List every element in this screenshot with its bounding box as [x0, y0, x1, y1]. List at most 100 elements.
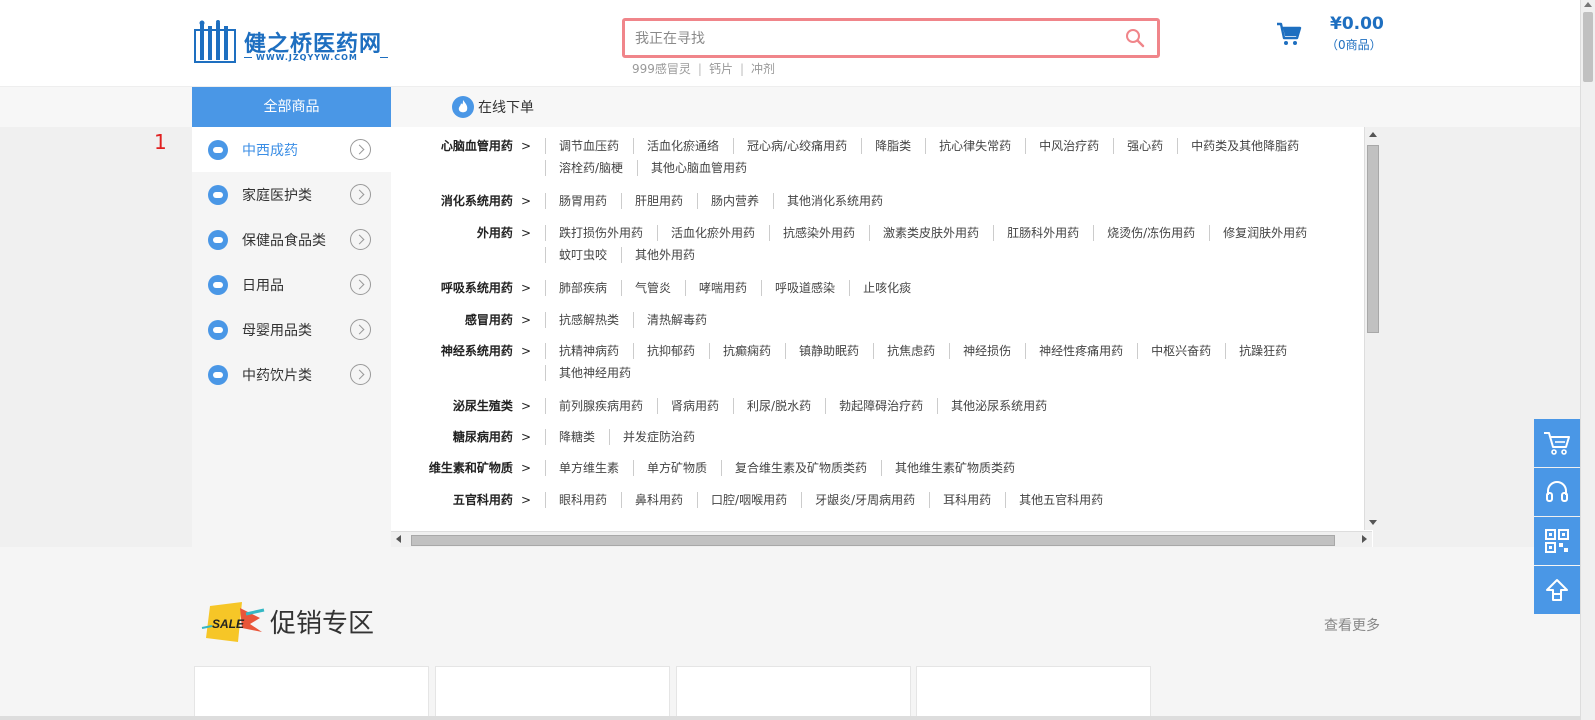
category-name-link[interactable]: 五官科用药 > [391, 489, 539, 511]
subcategory-link[interactable]: 镇静助眠药 [785, 343, 873, 359]
subcategory-link[interactable]: 中药类及其他降脂药 [1177, 138, 1313, 154]
subcategory-link[interactable]: 抗焦虑药 [873, 343, 949, 359]
subcategory-link[interactable]: 肛肠科外用药 [993, 225, 1093, 241]
subcategory-link[interactable]: 肠胃用药 [545, 193, 621, 209]
subcategory-link[interactable]: 气管炎 [621, 280, 685, 296]
subcategory-link[interactable]: 单方维生素 [545, 460, 633, 476]
category-name-link[interactable]: 神经系统用药 > [391, 340, 539, 384]
subcategory-link[interactable]: 利尿/脱水药 [733, 398, 825, 414]
subcategory-link[interactable]: 并发症防治药 [609, 429, 709, 445]
sidebar-item-herbal-pieces[interactable]: 中药饮片类 [192, 352, 391, 397]
category-name-link[interactable]: 糖尿病用药 > [391, 426, 539, 448]
sidebar-item-western-chinese-medicine[interactable]: 中西成药 [192, 127, 391, 172]
subcategory-link[interactable]: 耳科用药 [929, 492, 1005, 508]
category-name-link[interactable]: 外用药 > [391, 222, 539, 266]
subcategory-link[interactable]: 溶栓药/脑梗 [545, 160, 637, 176]
category-name-link[interactable]: 心脑血管用药 > [391, 135, 539, 179]
scroll-up-arrow-icon[interactable] [1584, 2, 1592, 7]
category-name-link[interactable]: 维生素和矿物质 > [391, 457, 539, 479]
subcategory-link[interactable]: 口腔/咽喉用药 [697, 492, 801, 508]
promo-card[interactable] [435, 666, 670, 720]
scroll-thumb[interactable] [411, 535, 1335, 546]
subcategory-link[interactable]: 激素类皮肤外用药 [869, 225, 993, 241]
subcategory-link[interactable]: 中枢兴奋药 [1137, 343, 1225, 359]
scroll-right-arrow-icon[interactable] [1362, 535, 1367, 543]
promo-card[interactable] [194, 666, 429, 720]
scroll-thumb[interactable] [1583, 12, 1593, 82]
float-back-to-top-button[interactable] [1534, 566, 1580, 614]
all-products-tab[interactable]: 全部商品 [192, 87, 391, 128]
hot-word-link[interactable]: 999感冒灵 [632, 62, 691, 76]
subcategory-link[interactable]: 蚊叮虫咬 [545, 247, 621, 263]
sidebar-item-health-food[interactable]: 保健品食品类 [192, 217, 391, 262]
subcategory-link[interactable]: 鼻科用药 [621, 492, 697, 508]
subcategory-link[interactable]: 修复润肤外用药 [1209, 225, 1321, 241]
subcategory-link[interactable]: 肠内营养 [697, 193, 773, 209]
scroll-thumb[interactable] [1367, 145, 1379, 333]
subcategory-link[interactable]: 其他心脑血管用药 [637, 160, 761, 176]
subcategory-link[interactable]: 其他泌尿系统用药 [937, 398, 1061, 414]
cart-count[interactable]: （0商品） [1326, 36, 1382, 53]
subcategory-link[interactable]: 神经损伤 [949, 343, 1025, 359]
subcategory-link[interactable]: 肺部疾病 [545, 280, 621, 296]
category-name-link[interactable]: 呼吸系统用药 > [391, 277, 539, 299]
logo[interactable]: 健之桥医药网 WWW.JZQYYW.COM [192, 20, 392, 68]
cart-icon[interactable] [1276, 22, 1302, 46]
subcategory-link[interactable]: 复合维生素及矿物质类药 [721, 460, 881, 476]
subcategory-link[interactable]: 肾病用药 [657, 398, 733, 414]
subcategory-link[interactable]: 中风治疗药 [1025, 138, 1113, 154]
subcategory-link[interactable]: 清热解毒药 [633, 312, 721, 328]
subcategory-link[interactable]: 活血化瘀外用药 [657, 225, 769, 241]
panel-horizontal-scrollbar[interactable] [391, 531, 1372, 547]
subcategory-link[interactable]: 降脂类 [861, 138, 925, 154]
subcategory-link[interactable]: 其他维生素矿物质类药 [881, 460, 1029, 476]
category-name-link[interactable]: 感冒用药 > [391, 309, 539, 331]
subcategory-link[interactable]: 呼吸道感染 [761, 280, 849, 296]
subcategory-link[interactable]: 眼科用药 [545, 492, 621, 508]
promo-card[interactable] [676, 666, 911, 720]
subcategory-link[interactable]: 其他消化系统用药 [773, 193, 897, 209]
subcategory-link[interactable]: 牙龈炎/牙周病用药 [801, 492, 929, 508]
subcategory-link[interactable]: 哮喘用药 [685, 280, 761, 296]
subcategory-link[interactable]: 抗感解热类 [545, 312, 633, 328]
subcategory-link[interactable]: 勃起障碍治疗药 [825, 398, 937, 414]
search-icon[interactable] [1125, 28, 1145, 48]
subcategory-link[interactable]: 单方矿物质 [633, 460, 721, 476]
subcategory-link[interactable]: 抗精神病药 [545, 343, 633, 359]
subcategory-link[interactable]: 其他神经用药 [545, 365, 645, 381]
promo-card[interactable] [916, 666, 1151, 720]
float-service-button[interactable] [1534, 468, 1580, 516]
scroll-up-arrow-icon[interactable] [1369, 132, 1377, 137]
sidebar-item-daily-use[interactable]: 日用品 [192, 262, 391, 307]
online-order-link[interactable]: 在线下单 [452, 95, 534, 119]
subcategory-link[interactable]: 烧烫伤/冻伤用药 [1093, 225, 1209, 241]
subcategory-link[interactable]: 前列腺疾病用药 [545, 398, 657, 414]
scroll-left-arrow-icon[interactable] [396, 535, 401, 543]
category-name-link[interactable]: 泌尿生殖类 > [391, 395, 539, 417]
subcategory-link[interactable]: 抗癫痫药 [709, 343, 785, 359]
subcategory-link[interactable]: 抗抑郁药 [633, 343, 709, 359]
scroll-down-arrow-icon[interactable] [1369, 520, 1377, 525]
subcategory-link[interactable]: 冠心病/心绞痛用药 [733, 138, 861, 154]
subcategory-link[interactable]: 抗心律失常药 [925, 138, 1025, 154]
view-more-link[interactable]: 查看更多 [1324, 615, 1380, 635]
subcategory-link[interactable]: 肝胆用药 [621, 193, 697, 209]
subcategory-link[interactable]: 止咳化痰 [849, 280, 925, 296]
sidebar-item-mother-baby[interactable]: 母婴用品类 [192, 307, 391, 352]
hot-word-link[interactable]: 冲剂 [751, 62, 775, 76]
panel-vertical-scrollbar[interactable] [1364, 127, 1381, 530]
cart-amount[interactable]: ¥0.00 [1330, 14, 1384, 34]
search-input[interactable] [635, 28, 1105, 50]
hot-word-link[interactable]: 钙片 [709, 62, 733, 76]
subcategory-link[interactable]: 活血化瘀通络 [633, 138, 733, 154]
page-scrollbar[interactable] [1580, 0, 1595, 720]
category-name-link[interactable]: 消化系统用药 > [391, 190, 539, 212]
subcategory-link[interactable]: 抗躁狂药 [1225, 343, 1301, 359]
subcategory-link[interactable]: 强心药 [1113, 138, 1177, 154]
subcategory-link[interactable]: 降糖类 [545, 429, 609, 445]
subcategory-link[interactable]: 其他五官科用药 [1005, 492, 1117, 508]
float-cart-button[interactable] [1534, 419, 1580, 467]
subcategory-link[interactable]: 抗感染外用药 [769, 225, 869, 241]
float-qrcode-button[interactable] [1534, 517, 1580, 565]
subcategory-link[interactable]: 其他外用药 [621, 247, 709, 263]
